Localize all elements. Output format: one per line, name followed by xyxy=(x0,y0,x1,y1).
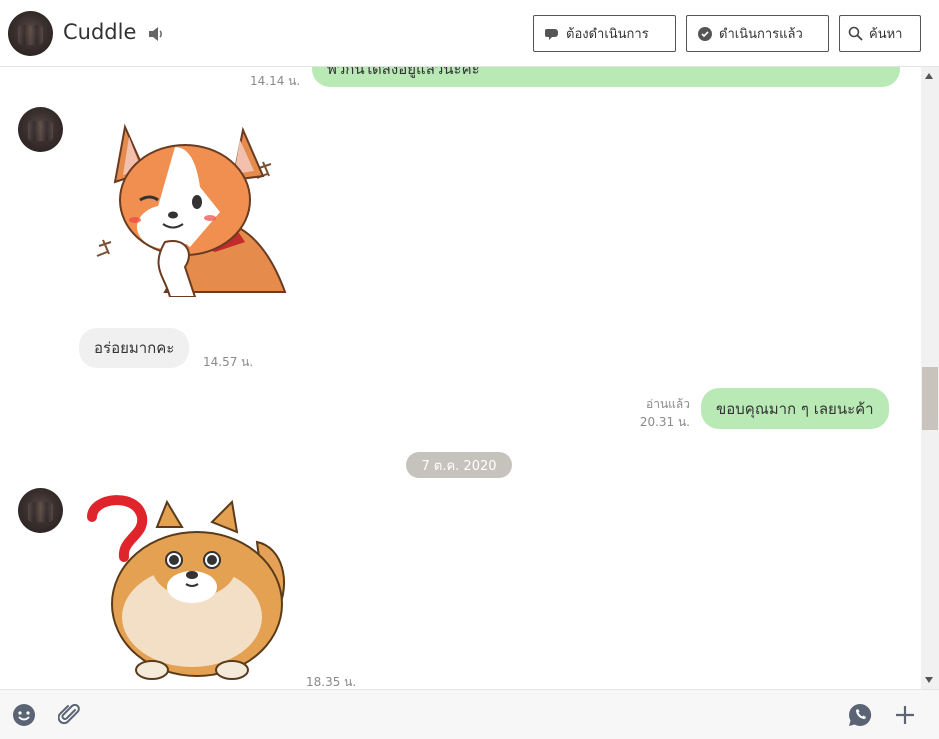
done-button[interactable]: ดำเนินการแล้ว xyxy=(686,15,829,52)
message-list[interactable]: พวกนี้ใดส่งอยู่แล้วนะคะ 14.14 น. อร่อยมา… xyxy=(0,67,921,689)
scroll-down-arrow-icon[interactable] xyxy=(925,677,933,683)
check-bubble-icon xyxy=(698,26,712,41)
todo-label: ต้องดำเนินการ xyxy=(566,27,649,42)
search-button[interactable]: ค้นหา xyxy=(839,15,921,52)
emoji-icon[interactable] xyxy=(12,703,36,727)
message-text: ขอบคุณมาก ๆ เลยนะค้า xyxy=(716,399,874,418)
message-bubble-outgoing[interactable]: ขอบคุณมาก ๆ เลยนะค้า xyxy=(701,388,889,429)
avatar[interactable] xyxy=(18,107,63,152)
plus-icon[interactable] xyxy=(893,703,917,727)
speaker-icon[interactable] xyxy=(147,26,165,42)
scrollbar-thumb[interactable] xyxy=(922,367,938,430)
todo-button[interactable]: ต้องดำเนินการ xyxy=(533,15,676,52)
message-time: 20.31 น. xyxy=(639,415,690,429)
pomeranian-question-sticker[interactable] xyxy=(82,492,297,682)
message-input-bar xyxy=(0,689,939,739)
scrollbar[interactable] xyxy=(921,67,939,689)
paperclip-icon[interactable] xyxy=(58,703,82,727)
search-label: ค้นหา xyxy=(869,27,903,42)
avatar[interactable] xyxy=(8,11,53,56)
avatar[interactable] xyxy=(18,488,63,533)
message-time: 18.35 น. xyxy=(306,675,357,689)
date-separator: 7 ต.ค. 2020 xyxy=(406,452,512,478)
message-text: พวกนี้ใดส่งอยู่แล้วนะคะ xyxy=(327,67,480,78)
phone-call-icon[interactable] xyxy=(848,703,872,727)
message-bubble-outgoing[interactable]: พวกนี้ใดส่งอยู่แล้วนะคะ xyxy=(312,67,900,87)
done-label: ดำเนินการแล้ว xyxy=(719,27,803,42)
message-time: 14.14 น. xyxy=(250,74,301,88)
scroll-up-arrow-icon[interactable] xyxy=(925,73,933,79)
chat-header: Cuddle ต้องดำเนินการ ดำเนินการแล้ว ค้นหา xyxy=(0,0,939,67)
search-icon xyxy=(848,26,863,41)
message-bubble-incoming[interactable]: อร่อยมากคะ xyxy=(79,328,190,368)
message-text: อร่อยมากคะ xyxy=(94,339,175,357)
message-time: 14.57 น. xyxy=(203,355,254,369)
chat-title: Cuddle xyxy=(63,20,137,44)
corgi-thinking-sticker[interactable] xyxy=(95,122,295,297)
chat-bubble-icon xyxy=(545,28,558,40)
read-receipt: อ่านแล้ว xyxy=(646,397,690,411)
